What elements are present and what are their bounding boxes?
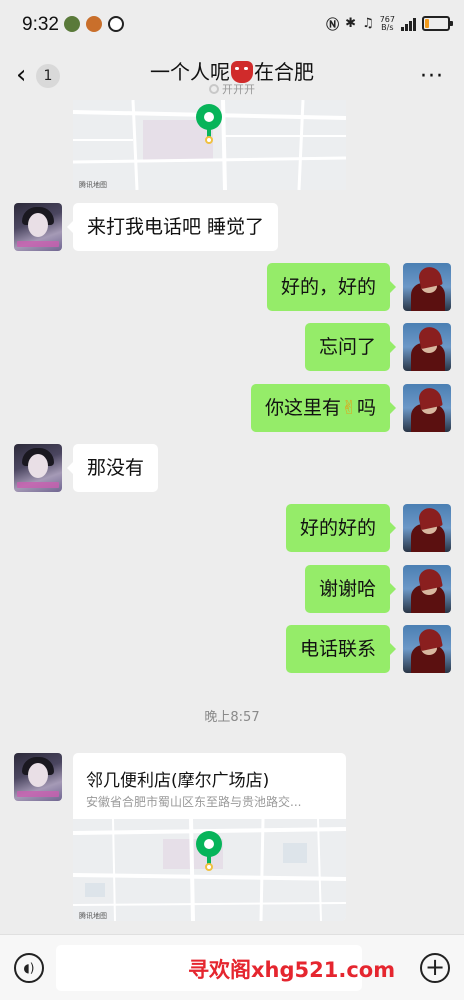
map-pin-base <box>205 863 213 871</box>
my-avatar[interactable] <box>403 323 451 371</box>
network-speed-unit: B/s <box>381 22 394 32</box>
contact-avatar[interactable] <box>14 444 62 492</box>
status-ring-icon <box>209 84 219 94</box>
mute-icon: ♫ <box>362 16 374 31</box>
map-watermark: 腾讯地图 <box>79 912 107 920</box>
status-time: 9:32 <box>22 14 59 35</box>
message-bubble-outgoing[interactable]: 好的好的 <box>285 504 397 552</box>
message-bubble-incoming[interactable]: 来打我电话吧 睡觉了 <box>66 203 279 251</box>
chat-subtitle-text: 开开开 <box>222 83 255 96</box>
message-bubble-outgoing[interactable]: 电话联系 <box>285 625 397 673</box>
location-address: 安徽省合肥市蜀山区东至路与贵池路交... <box>86 795 302 809</box>
message-bubble-outgoing[interactable]: 你这里有✌吗 <box>251 384 396 432</box>
my-avatar[interactable] <box>403 504 451 552</box>
app-notification-icon <box>86 16 102 32</box>
map-watermark: 腾讯地图 <box>79 181 107 189</box>
map-pin-icon <box>196 831 222 857</box>
message-bubble-outgoing[interactable]: 忘问了 <box>304 323 397 371</box>
my-avatar[interactable] <box>403 565 451 613</box>
eye-icon <box>108 16 124 32</box>
voice-icon[interactable]: ◖) <box>14 953 44 983</box>
chat-header: ‹ 1 一个人呢 在合肥 开开开 ··· <box>0 50 464 100</box>
nfc-icon: Ⓝ <box>326 18 340 33</box>
status-right-icons: Ⓝ ✱ ♫ 767 B/s <box>326 14 453 33</box>
red-mask-emoji <box>231 61 253 83</box>
my-avatar[interactable] <box>403 384 451 432</box>
message-bubble-outgoing[interactable]: 好的，好的 <box>266 263 397 311</box>
location-message-card[interactable]: 邻几便利店(摩尔广场店) 安徽省合肥市蜀山区东至路与贵池路交... 腾讯地图 <box>73 753 346 921</box>
network-speed: 767 B/s <box>380 15 395 32</box>
plus-icon[interactable]: + <box>420 953 450 983</box>
site-watermark: 寻欢阁xhg521.com <box>188 958 396 982</box>
contact-avatar[interactable] <box>14 753 62 801</box>
contact-avatar[interactable] <box>14 203 62 251</box>
signal-icon <box>401 17 416 31</box>
battery-level <box>425 19 430 28</box>
more-dots-icon[interactable]: ··· <box>420 64 444 89</box>
message-text: 你这里有 <box>265 397 342 419</box>
message-text: 吗 <box>356 397 376 419</box>
map-pin-icon <box>196 104 222 130</box>
previous-location-map[interactable]: 腾讯地图 <box>73 100 346 190</box>
bluetooth-icon: ✱ <box>345 16 357 31</box>
status-bar: 9:32 Ⓝ ✱ ♫ 767 B/s <box>0 0 464 50</box>
app-notification-icon <box>64 16 80 32</box>
location-map: 腾讯地图 <box>73 819 346 921</box>
message-timestamp: 晚上8:57 <box>204 710 260 725</box>
status-left-icons <box>64 16 124 32</box>
victory-hand-emoji: ✌ <box>341 397 357 419</box>
message-bubble-incoming[interactable]: 那没有 <box>66 444 159 492</box>
message-bubble-outgoing[interactable]: 谢谢哈 <box>304 565 397 613</box>
my-avatar[interactable] <box>403 625 451 673</box>
chat-subtitle: 开开开 <box>0 81 464 97</box>
battery-icon <box>422 16 453 31</box>
map-pin-base <box>205 136 213 144</box>
my-avatar[interactable] <box>403 263 451 311</box>
location-name: 邻几便利店(摩尔广场店) <box>86 771 270 791</box>
